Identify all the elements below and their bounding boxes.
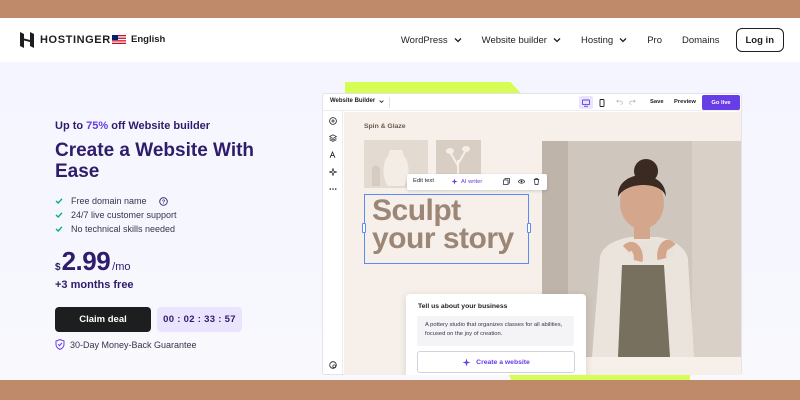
price-period: /mo [112,261,131,273]
feature-label: Free domain name [71,196,147,206]
check-icon [55,226,63,232]
eye-icon[interactable] [518,178,525,185]
nav-wordpress[interactable]: WordPress [401,35,462,46]
check-icon [55,212,63,218]
chevron-down-icon [454,38,462,43]
history-controls [616,98,636,105]
resize-handle-left[interactable] [362,223,366,233]
nav-label: Domains [682,34,720,46]
card-title: Tell us about your business [418,303,508,310]
device-switcher [579,96,609,109]
language-selector[interactable]: English [112,34,165,45]
promo-percent: 75% [86,120,109,132]
nav-label: WordPress [400,34,448,46]
feature-label: 24/7 live customer support [71,210,177,220]
ai-writer-button[interactable]: AI writer [451,178,482,185]
sparkle-icon[interactable] [329,168,337,176]
trash-icon[interactable] [533,178,540,185]
svg-text:?: ? [161,199,164,205]
toolbar-divider [389,97,390,108]
sparkle-icon [462,358,471,366]
feature-item: Free domain name ? [55,194,177,208]
builder-canvas: Spin & Glaze Edit text AI writer Sculpt … [344,112,741,375]
feature-item: 24/7 live customer support [55,208,177,222]
logo-mark [20,32,34,48]
chevron-down-icon [619,38,627,43]
create-website-button[interactable]: Create a website [417,351,575,373]
countdown-timer: 00 : 02 : 33 : 57 [157,307,242,332]
nav-website-builder[interactable]: Website builder [482,35,561,46]
builder-mode-label: Website Builder [330,98,376,104]
nav-pro[interactable]: Pro [647,35,662,46]
builder-toolbar: Website Builder Save Preview Go live [323,94,743,111]
nav-label: Hosting [580,34,614,46]
chevron-down-icon [553,38,561,43]
mobile-view-button[interactable] [595,96,609,109]
create-website-label: Create a website [476,358,530,366]
check-icon [55,198,63,204]
chevron-down-icon [379,99,384,103]
hero-title: Create a Website With Ease [55,140,255,182]
login-button[interactable]: Log in [735,28,784,52]
money-back-guarantee: 30-Day Money-Back Guarantee [55,339,197,350]
copy-icon[interactable] [503,178,510,185]
edit-text-button[interactable]: Edit text [413,178,434,184]
site-header: HOSTINGER English WordPress Website buil… [0,18,800,62]
preview-button[interactable]: Preview [674,99,696,105]
price-amount: 2.99 [61,246,111,276]
ai-writer-label: AI writer [461,178,483,185]
more-icon[interactable] [329,185,337,193]
desktop-view-button[interactable] [579,96,593,109]
redo-icon[interactable] [629,98,636,105]
price: $ 2.99 /mo [55,246,131,277]
feature-item: No technical skills needed [55,222,177,236]
save-button[interactable]: Save [650,99,664,105]
headline-line-2: your story [372,222,514,255]
sparkle-icon [451,178,458,185]
headline-line-1: Sculpt [372,194,461,227]
promo-text: Up to 75% off Website builder [55,120,210,132]
us-flag-icon [112,35,126,44]
text-style-icon[interactable] [329,151,337,159]
feature-list: Free domain name ? 24/7 live customer su… [55,194,177,236]
text-edit-toolbar: Edit text AI writer [407,174,547,190]
nav-domains[interactable]: Domains [682,35,720,46]
logo-text: HOSTINGER [40,34,111,46]
layers-icon[interactable] [329,134,337,142]
site-brand-name[interactable]: Spin & Glaze [364,123,406,130]
builder-sidebar [323,111,343,376]
main-nav: WordPress Website builder Hosting Pro Do… [401,18,800,62]
hero-headline: Sculpt your story [372,194,514,255]
nav-label: Website builder [481,34,547,46]
hostinger-logo[interactable]: HOSTINGER [20,32,111,48]
desktop-icon [582,99,590,107]
feature-label: No technical skills needed [71,224,176,234]
language-label: English [131,34,166,45]
undo-icon[interactable] [616,98,623,105]
help-circle-icon[interactable]: ? [158,196,168,206]
website-builder-preview: Website Builder Save Preview Go live Spi… [322,93,743,376]
plus-icon[interactable] [329,117,337,125]
go-live-button[interactable]: Go live [702,95,740,110]
nav-label: Pro [647,34,662,46]
page: HOSTINGER English WordPress Website buil… [0,18,800,380]
mobile-icon [599,98,605,107]
builder-mode-select[interactable]: Website Builder [330,98,384,104]
business-description-input[interactable]: A pottery studio that organizes classes … [417,316,574,346]
guarantee-label: 30-Day Money-Back Guarantee [70,339,197,350]
claim-deal-button[interactable]: Claim deal [55,307,151,332]
promo-suffix: off Website builder [108,120,211,132]
bonus-text: +3 months free [55,279,134,291]
palette-icon[interactable] [329,361,337,369]
promo-prefix: Up to [55,120,87,132]
resize-handle-right[interactable] [527,223,531,233]
shield-check-icon [55,339,65,350]
nav-hosting[interactable]: Hosting [581,35,627,46]
ai-prompt-card: Tell us about your business A pottery st… [406,294,586,375]
price-currency: $ [55,262,61,273]
